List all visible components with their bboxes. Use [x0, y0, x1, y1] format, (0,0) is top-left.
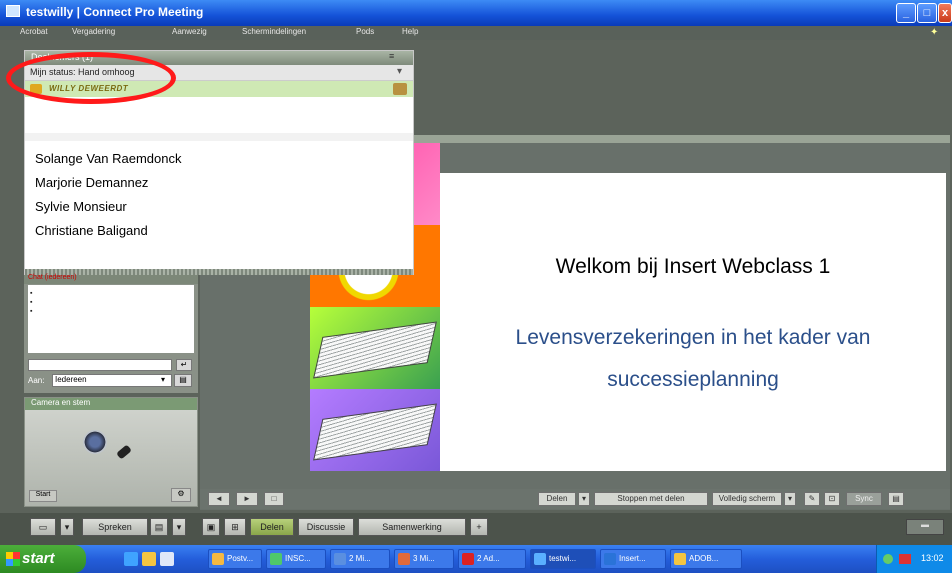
taskbar-item[interactable]: 2 Ad... — [458, 549, 526, 569]
pin-icon[interactable]: ✦ — [930, 27, 938, 38]
start-camera-button[interactable]: Start — [29, 490, 57, 502]
books-image — [310, 307, 440, 389]
pod-menu-icon[interactable]: ≡ — [389, 51, 394, 61]
list-item[interactable]: Sylvie Monsieur — [35, 199, 127, 214]
list-item[interactable]: Marjorie Demannez — [35, 175, 148, 190]
menu-item-attendees[interactable]: Aanwezig — [172, 27, 207, 36]
network-icon[interactable] — [883, 554, 893, 564]
desktop-icon[interactable] — [160, 552, 174, 566]
chevron-down-icon[interactable]: ▾ — [397, 66, 402, 77]
next-slide-button[interactable]: ► — [236, 492, 258, 506]
taskbar-item[interactable]: Insert... — [600, 549, 666, 569]
add-layout-button[interactable]: + — [470, 518, 488, 536]
chat-pod-title: Chat (iedereen) — [28, 274, 77, 281]
taskbar-item[interactable]: 3 Mi... — [394, 549, 454, 569]
screen-icon[interactable]: ▣ — [202, 518, 220, 536]
menu-item-pods[interactable]: Pods — [356, 27, 374, 36]
windows-taskbar: start Postv... INSC... 2 Mi... 3 Mi... 2… — [0, 545, 952, 573]
chevron-down-icon[interactable]: ▾ — [172, 518, 186, 536]
app-icon — [6, 5, 20, 17]
recipient-select[interactable]: Iedereen ▾ — [52, 374, 172, 387]
camera-pod-header: Camera en stem — [25, 398, 197, 410]
start-label: start — [22, 550, 55, 567]
highlight-circle-annotation — [6, 52, 176, 104]
share-dropdown[interactable]: Delen — [538, 492, 576, 506]
sync-button[interactable]: Sync — [846, 492, 882, 506]
draw-icon[interactable]: ✎ — [804, 492, 820, 506]
speak-button[interactable]: Spreken — [82, 518, 148, 536]
window-title: testwilly | Connect Pro Meeting — [26, 5, 204, 19]
chat-input[interactable] — [28, 359, 172, 371]
camera-pod-title: Camera en stem — [31, 398, 91, 407]
layout-icon[interactable]: ▭ — [30, 518, 56, 536]
maximize-button[interactable]: □ — [917, 3, 937, 23]
presenter-area-icon[interactable]: ▬ — [906, 519, 944, 535]
title-bar: testwilly | Connect Pro Meeting _ □ x — [0, 0, 952, 26]
clock: 13:02 — [921, 553, 944, 563]
pod-options-icon[interactable]: ▤ — [888, 492, 904, 506]
papers-image — [310, 389, 440, 471]
prev-slide-button[interactable]: ◄ — [208, 492, 230, 506]
fullscreen-button[interactable]: Volledig scherm — [712, 492, 782, 506]
browser-icon[interactable] — [124, 552, 138, 566]
camera-options-button[interactable]: ⚙ — [171, 488, 191, 502]
slide-content: Welkom bij Insert Webclass 1 Levensverze… — [440, 173, 946, 471]
menu-item-acrobat[interactable]: Acrobat — [20, 27, 48, 36]
taskbar-item-active[interactable]: testwi... — [530, 549, 596, 569]
microphone-icon — [116, 444, 132, 460]
recipient-label: Aan: — [28, 376, 45, 385]
tab-share[interactable]: Delen — [250, 518, 294, 536]
camera-voice-pod: Camera en stem Start ⚙ — [24, 397, 198, 507]
slide-subtitle: Levensverzekeringen in het kader van suc… — [515, 326, 871, 391]
slide-view-button[interactable]: □ — [264, 492, 284, 506]
windows-flag-icon — [6, 552, 20, 566]
chat-options-icon[interactable]: ▤ — [174, 374, 192, 387]
menu-bar: Acrobat Vergadering Aanwezig Schermindel… — [0, 26, 952, 40]
stop-sharing-button[interactable]: Stoppen met delen — [594, 492, 708, 506]
meeting-bottom-bar: ▭ ▾ Spreken ▤ ▾ ▣ ⊞ Delen Discussie Same… — [0, 513, 952, 545]
tab-discussion[interactable]: Discussie — [298, 518, 354, 536]
chevron-down-icon[interactable]: ▾ — [161, 375, 165, 384]
close-button[interactable]: x — [938, 3, 952, 23]
chat-messages: ▪ ▪ ▪ — [28, 285, 194, 353]
slide-title: Welkom bij Insert Webclass 1 — [555, 255, 831, 278]
list-item[interactable]: Christiane Baligand — [35, 223, 148, 238]
system-tray: 13:02 — [876, 545, 952, 573]
send-button[interactable]: ↵ — [176, 359, 192, 371]
chevron-down-icon[interactable]: ▾ — [784, 492, 796, 506]
chat-pod-header: Chat (iedereen) — [24, 274, 198, 284]
menu-item-help[interactable]: Help — [402, 27, 418, 36]
minimize-button[interactable]: _ — [896, 3, 916, 23]
grid-icon[interactable]: ⊞ — [224, 518, 246, 536]
taskbar-item[interactable]: ADOB... — [670, 549, 742, 569]
recipient-value: Iedereen — [55, 375, 87, 384]
folder-icon[interactable] — [142, 552, 156, 566]
audio-settings-icon[interactable]: ▤ — [150, 518, 168, 536]
webcam-icon — [83, 430, 107, 454]
taskbar-item[interactable]: INSC... — [266, 549, 326, 569]
chevron-down-icon[interactable]: ▾ — [578, 492, 590, 506]
chat-pod: Chat (iedereen) ▪ ▪ ▪ ↵ Aan: Iedereen ▾ ▤ — [24, 274, 198, 393]
menu-item-layouts[interactable]: Schermindelingen — [242, 27, 306, 36]
menu-item-meeting[interactable]: Vergadering — [72, 27, 115, 36]
taskbar-item[interactable]: Postv... — [208, 549, 262, 569]
tab-collaboration[interactable]: Samenwerking — [358, 518, 466, 536]
camera-icon — [393, 83, 407, 95]
share-toolbar: ◄ ► □ Delen ▾ Stoppen met delen Volledig… — [200, 489, 950, 509]
start-button[interactable]: start — [0, 545, 86, 573]
chevron-down-icon[interactable]: ▾ — [60, 518, 74, 536]
zoom-icon[interactable]: ⊡ — [824, 492, 840, 506]
taskbar-item[interactable]: 2 Mi... — [330, 549, 390, 569]
list-item[interactable]: Solange Van Raemdonck — [35, 151, 181, 166]
tray-app-icon[interactable] — [899, 554, 911, 564]
